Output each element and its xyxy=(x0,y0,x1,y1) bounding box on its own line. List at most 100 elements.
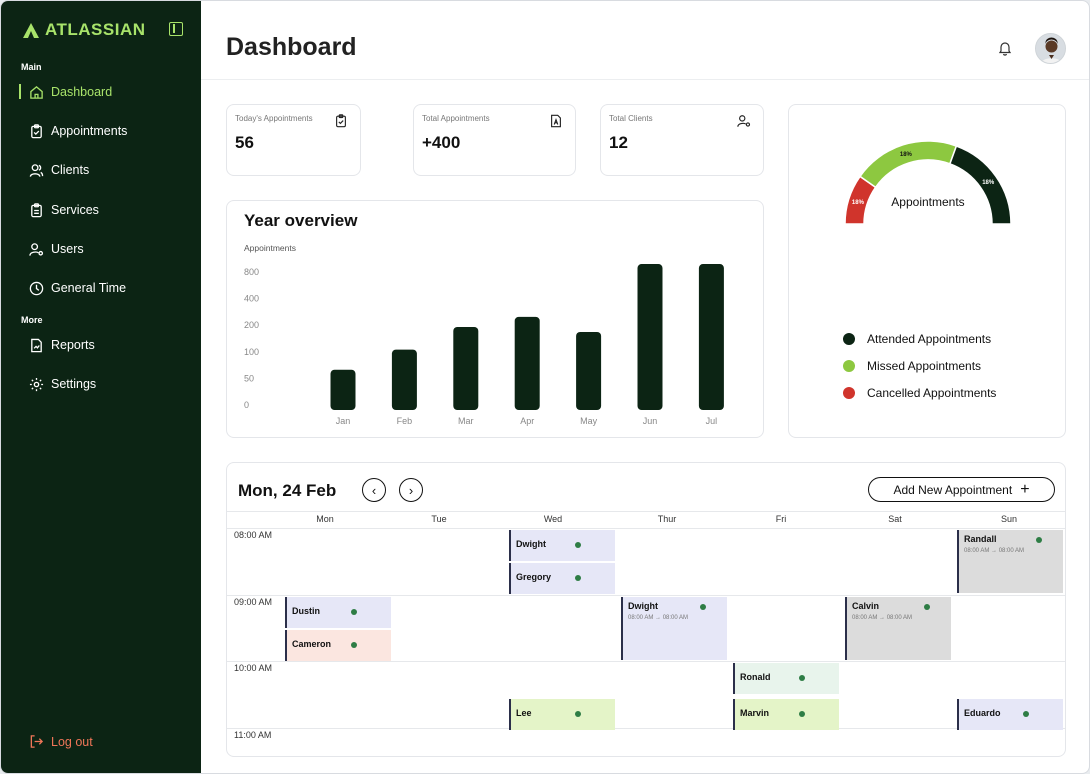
sidebar-item-general-time[interactable]: General Time xyxy=(29,278,126,298)
sidebar-item-dashboard[interactable]: Dashboard xyxy=(29,82,112,102)
x-tick-label: Jun xyxy=(643,416,658,426)
add-new-appointment-button[interactable]: Add New Appointment + xyxy=(868,477,1055,502)
divider xyxy=(227,595,1065,596)
appointment-card[interactable]: Ronald xyxy=(733,663,839,694)
stat-label: Today's Appointments xyxy=(235,114,313,123)
y-tick-label: 50 xyxy=(244,373,254,383)
appointment-card[interactable]: Calvin 08:00 AM → 08:00 AM xyxy=(845,597,951,660)
sidebar-item-label: Reports xyxy=(51,338,95,352)
bar[interactable] xyxy=(698,264,724,410)
sidebar-item-label: General Time xyxy=(51,281,127,295)
appointment-card[interactable]: Dwight xyxy=(509,530,615,561)
bar[interactable] xyxy=(576,331,602,410)
y-tick-label: 0 xyxy=(244,400,249,410)
bar-chart: 0 50 100 200 400 800 Jan Feb Mar Apr May Jun Jul xyxy=(244,264,724,426)
chevron-left-icon: ‹ xyxy=(371,482,377,498)
bell-icon[interactable] xyxy=(997,40,1013,56)
stat-value: 56 xyxy=(235,133,254,152)
appointment-name: Cameron xyxy=(292,639,332,649)
stat-card-total-appointments: Total Appointments +400 xyxy=(413,104,576,176)
appointment-time-range: 08:00 AM → 08:00 AM xyxy=(852,615,913,621)
calendar-card: Mon, 24 Feb ‹ › Add New Appointment + Mo… xyxy=(226,462,1066,757)
gauge-title: Appointments xyxy=(891,195,964,209)
brand-name: ATLASSIAN xyxy=(45,20,146,39)
time-label: 11:00 AM xyxy=(234,730,272,740)
add-appointment-label: Add New Appointment xyxy=(893,482,1013,497)
sidebar-item-label: Appointments xyxy=(51,124,128,138)
stat-value: +400 xyxy=(422,133,461,152)
legend-label: Attended Appointments xyxy=(867,332,992,346)
sidebar-item-label: Clients xyxy=(51,163,90,177)
next-week-button[interactable]: › xyxy=(399,478,423,502)
sidebar-item-settings[interactable]: Settings xyxy=(29,374,96,394)
appointment-card[interactable]: Dustin xyxy=(285,597,391,628)
logout-label: Log out xyxy=(51,734,93,749)
sidebar-item-users[interactable]: Users xyxy=(29,239,84,259)
y-tick-label: 400 xyxy=(244,294,259,304)
appointment-card[interactable]: Randall 08:00 AM → 08:00 AM xyxy=(957,530,1063,593)
day-header: Tue xyxy=(431,514,447,524)
time-label: 10:00 AM xyxy=(234,663,273,673)
sidebar-item-label: Settings xyxy=(51,377,97,391)
appointment-name: Eduardo xyxy=(964,708,1001,718)
collapse-sidebar-icon[interactable] xyxy=(169,22,183,36)
clipboard-check-icon xyxy=(31,123,42,138)
stat-card-todays-appointments: Today's Appointments 56 xyxy=(226,104,361,176)
appointment-name: Dustin xyxy=(292,606,320,616)
day-header: Sun xyxy=(1000,514,1017,524)
gauge-segment[interactable] xyxy=(948,145,1012,225)
brand-logo[interactable]: ATLASSIAN xyxy=(23,20,146,40)
appointment-name: Calvin xyxy=(852,601,880,611)
day-header: Sat xyxy=(888,514,902,524)
top-header: Dashboard xyxy=(201,1,1089,80)
status-dot xyxy=(1036,537,1042,543)
bar[interactable] xyxy=(391,349,417,410)
sidebar-item-appointments[interactable]: Appointments xyxy=(29,121,127,141)
legend-dot xyxy=(843,333,855,345)
legend-dot xyxy=(843,360,855,372)
sidebar-item-label: Users xyxy=(51,242,84,256)
bar[interactable] xyxy=(514,316,540,410)
active-indicator xyxy=(19,84,21,99)
bar[interactable] xyxy=(330,369,356,410)
legend-dot xyxy=(843,387,855,399)
appointment-card[interactable]: Eduardo xyxy=(957,699,1063,730)
legend-item-attended: Attended Appointments xyxy=(843,332,991,346)
time-label: 09:00 AM xyxy=(234,597,273,607)
prev-week-button[interactable]: ‹ xyxy=(362,478,386,502)
appointment-name: Dwight xyxy=(516,539,546,549)
appointment-name: Dwight xyxy=(628,601,658,611)
legend-label: Missed Appointments xyxy=(867,359,982,373)
logout-icon xyxy=(30,735,44,748)
user-photo-icon xyxy=(1036,34,1065,63)
appointment-time-range: 08:00 AM → 08:00 AM xyxy=(628,615,689,621)
x-tick-label: Feb xyxy=(397,416,413,426)
status-dot xyxy=(575,711,581,717)
sidebar-item-clients[interactable]: Clients xyxy=(29,160,89,180)
gauge-segment[interactable] xyxy=(858,140,958,189)
appointment-card[interactable]: Gregory xyxy=(509,563,615,594)
y-tick-label: 800 xyxy=(244,267,259,277)
x-tick-label: Jan xyxy=(336,416,351,426)
x-tick-label: Apr xyxy=(520,416,534,426)
appointment-card[interactable]: Dwight 08:00 AM → 08:00 AM xyxy=(621,597,727,660)
stat-label: Total Clients xyxy=(609,114,653,123)
plus-icon: + xyxy=(1020,480,1030,498)
bar[interactable] xyxy=(637,264,663,410)
appointment-card[interactable]: Cameron xyxy=(285,630,391,661)
gauge-segment-label: 18% xyxy=(852,200,865,206)
bar[interactable] xyxy=(453,326,479,410)
avatar[interactable] xyxy=(1035,33,1066,64)
status-dot xyxy=(575,542,581,548)
appointment-card[interactable]: Lee xyxy=(509,699,615,730)
sidebar-item-reports[interactable]: Reports xyxy=(29,335,95,355)
calendar-date: Mon, 24 Feb xyxy=(238,481,337,500)
appointment-start: 08:00 AM xyxy=(628,615,654,621)
year-overview-card: Year overview Appointments 0 50 100 200 400 8… xyxy=(226,200,764,438)
app-window: ATLASSIAN Main Dashboard Appointments Cl… xyxy=(0,0,1090,774)
sidebar-item-services[interactable]: Services xyxy=(29,200,99,220)
logout-button[interactable]: Log out xyxy=(29,734,93,749)
appointment-name: Ronald xyxy=(740,672,771,682)
appointment-card[interactable]: Marvin xyxy=(733,699,839,730)
users-icon xyxy=(29,163,44,177)
